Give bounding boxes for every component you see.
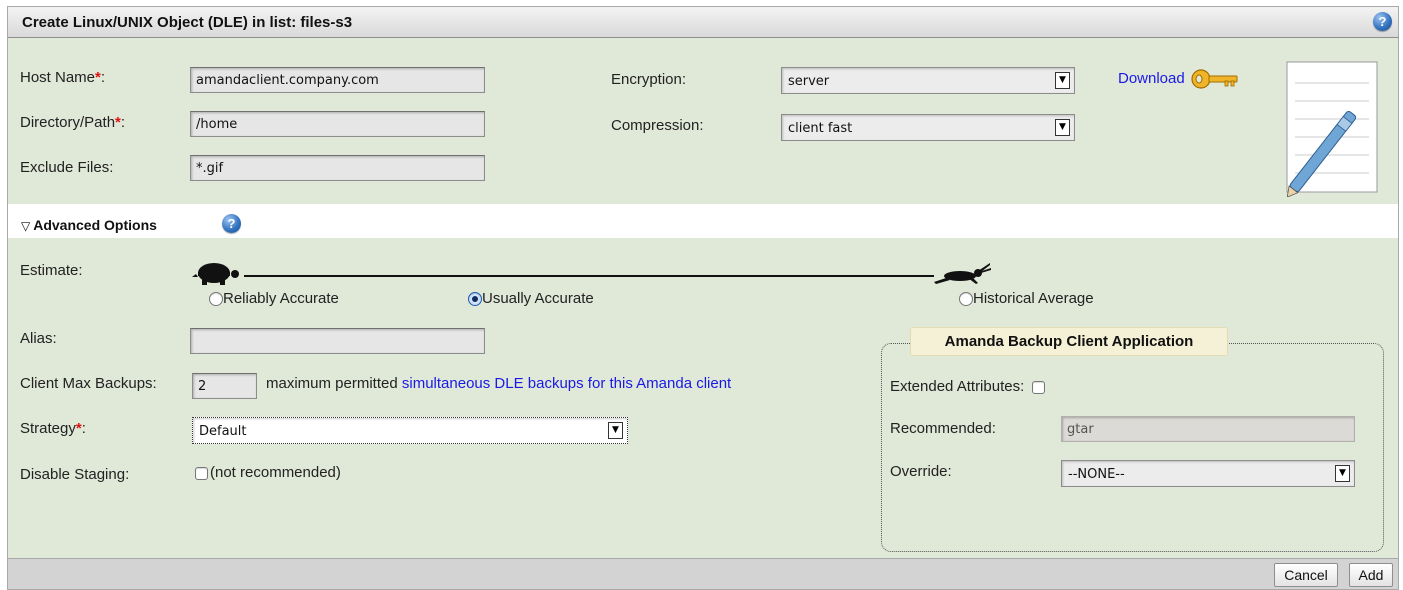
client-max-backups-note-text: maximum permitted: [266, 375, 398, 392]
strategy-select[interactable]: Default ▼: [192, 417, 628, 444]
estimate-option-historical-average[interactable]: Historical Average: [959, 290, 1094, 307]
estimate-option-label: Usually Accurate: [482, 290, 594, 307]
disable-staging-label: Disable Staging:: [20, 466, 130, 483]
chevron-down-icon: ▼: [608, 422, 623, 439]
application-group-box: [881, 343, 1384, 552]
add-button[interactable]: Add: [1349, 563, 1393, 587]
recommended-input: gtar: [1061, 416, 1355, 442]
recommended-label: Recommended:: [890, 420, 996, 437]
encryption-select[interactable]: server ▼: [781, 67, 1075, 94]
tortoise-icon: [192, 263, 239, 285]
extended-attributes-checkbox[interactable]: [1032, 380, 1046, 394]
estimate-option-label: Historical Average: [973, 290, 1094, 307]
cancel-button[interactable]: Cancel: [1274, 563, 1338, 587]
chevron-down-icon: ▼: [1055, 72, 1070, 89]
chevron-down-icon: ▼: [1335, 465, 1350, 482]
estimate-option-label: Reliably Accurate: [223, 290, 339, 307]
encryption-selected-value: server: [788, 74, 830, 89]
dialog-title: Create Linux/UNIX Object (DLE) in list: …: [22, 14, 353, 31]
exclude-files-label: Exclude Files:: [20, 159, 114, 176]
client-max-backups-note: maximum permitted simultaneous DLE backu…: [266, 375, 731, 392]
advanced-options-bar: [7, 204, 1399, 238]
alias-label: Alias:: [20, 330, 57, 347]
estimate-option-reliably-accurate[interactable]: Reliably Accurate: [209, 290, 339, 307]
download-link[interactable]: Download: [1118, 68, 1241, 90]
directory-path-input[interactable]: /home: [190, 111, 485, 137]
override-selected-value: --NONE--: [1068, 467, 1125, 482]
key-icon: [1191, 69, 1238, 89]
simultaneous-backups-link[interactable]: simultaneous DLE backups for this Amanda…: [402, 375, 731, 392]
disable-staging-option[interactable]: (not recommended): [195, 464, 341, 481]
extended-attributes-label-text: Extended Attributes:: [890, 378, 1025, 395]
extended-attributes-label: Extended Attributes:: [890, 378, 1046, 395]
host-name-input[interactable]: amandaclient.company.com: [190, 67, 485, 93]
advanced-options-toggle[interactable]: ▽ Advanced Options: [21, 217, 157, 233]
hare-icon: [934, 263, 991, 284]
strategy-selected-value: Default: [199, 424, 247, 439]
question-mark-icon[interactable]: ?: [222, 214, 241, 233]
strategy-label: Strategy*:: [20, 420, 86, 437]
triangle-down-icon: ▽: [21, 219, 31, 233]
radio-button-selected[interactable]: [468, 292, 482, 307]
client-max-backups-input[interactable]: 2: [192, 373, 257, 399]
directory-path-label: Directory/Path*:: [20, 114, 126, 131]
advanced-options-label: Advanced Options: [33, 217, 157, 233]
estimate-option-usually-accurate[interactable]: Usually Accurate: [468, 290, 594, 307]
dialog-title-bar: Create Linux/UNIX Object (DLE) in list: …: [7, 6, 1399, 38]
estimate-slider-track: [244, 275, 934, 277]
override-label: Override:: [890, 463, 952, 480]
override-select[interactable]: --NONE-- ▼: [1061, 460, 1355, 487]
client-max-backups-label: Client Max Backups:: [20, 375, 157, 392]
radio-button[interactable]: [209, 292, 223, 307]
estimate-label: Estimate:: [20, 262, 83, 279]
compression-selected-value: client fast: [788, 121, 853, 136]
exclude-files-input[interactable]: *.gif: [190, 155, 485, 181]
host-name-label: Host Name*:: [20, 69, 106, 86]
question-mark-icon[interactable]: ?: [1373, 12, 1392, 31]
compression-select[interactable]: client fast ▼: [781, 114, 1075, 141]
encryption-label: Encryption:: [611, 71, 687, 88]
notepad-pencil-icon: [1286, 61, 1378, 197]
disable-staging-checkbox-label: (not recommended): [210, 464, 341, 481]
alias-input[interactable]: [190, 328, 485, 354]
compression-label: Compression:: [611, 117, 704, 134]
disable-staging-checkbox[interactable]: [195, 466, 208, 480]
download-label: Download: [1118, 69, 1185, 87]
chevron-down-icon: ▼: [1055, 119, 1070, 136]
radio-button[interactable]: [959, 292, 973, 307]
dialog-footer: Cancel Add: [7, 558, 1399, 590]
application-group-legend: Amanda Backup Client Application: [910, 327, 1228, 356]
